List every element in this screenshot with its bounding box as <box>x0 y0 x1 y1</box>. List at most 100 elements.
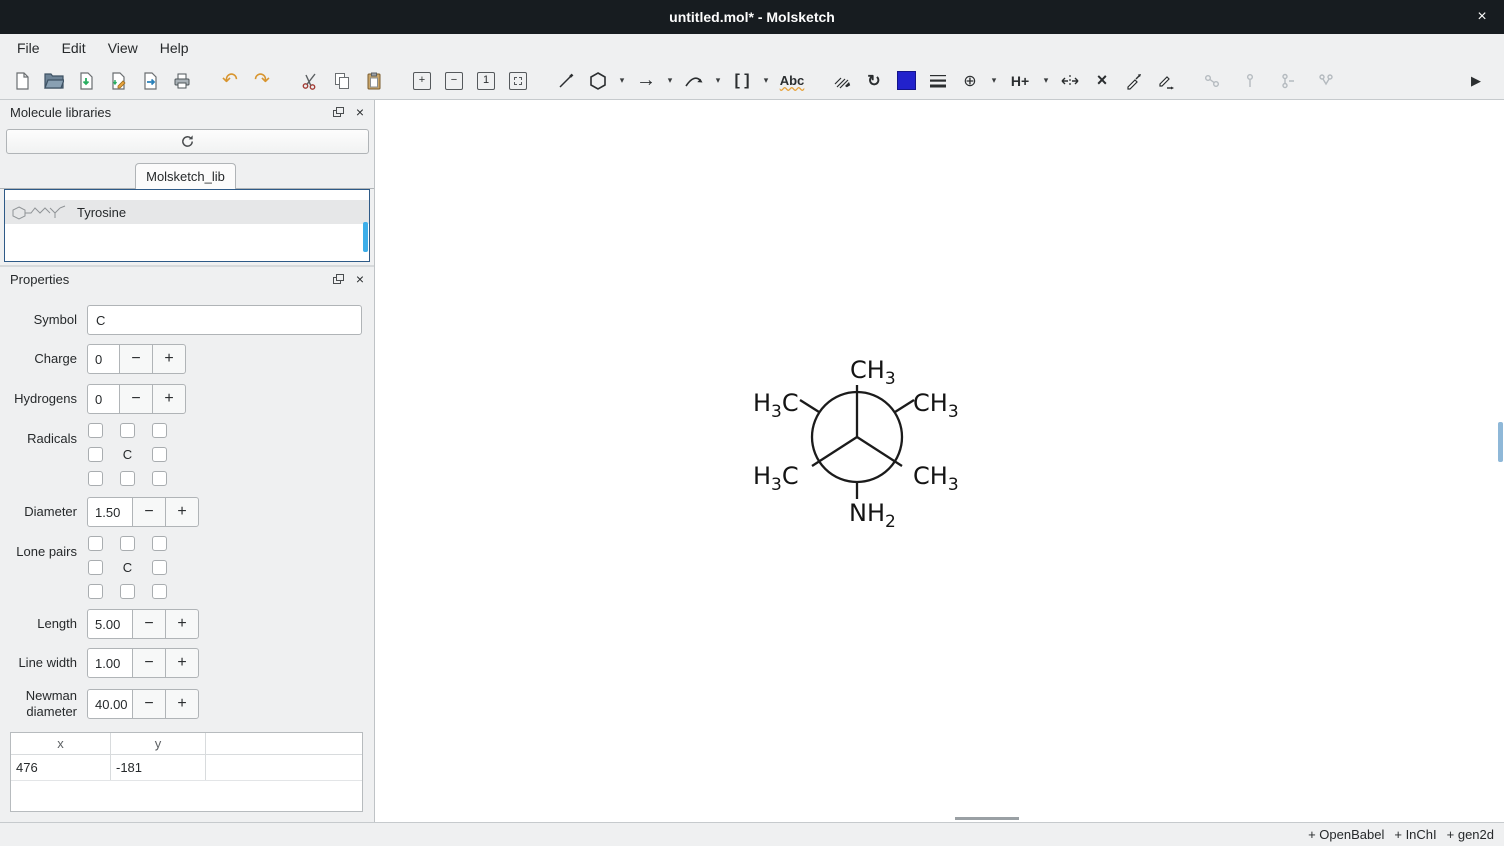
atom-label-nh2-bottom[interactable]: NH2 <box>849 499 896 532</box>
library-scrollbar[interactable] <box>363 222 368 252</box>
paste-button[interactable] <box>360 67 388 95</box>
newman-projection-molecule[interactable]: CH3 H3C CH3 H3C CH3 NH2 <box>375 100 1504 822</box>
lone-pair-checkbox[interactable] <box>88 584 103 599</box>
atom-label-h3c-upper-left[interactable]: H3C <box>753 389 799 422</box>
newman-decrement-button[interactable]: − <box>132 689 166 719</box>
arrow-tool-dropdown[interactable]: ▾ <box>664 67 676 95</box>
canvas-vertical-scrollbar[interactable] <box>1498 422 1503 462</box>
toolbar-extension-button[interactable]: ▶ <box>1462 67 1490 95</box>
atom-label-ch3-lower-right[interactable]: CH3 <box>913 462 959 495</box>
x-coordinate-cell[interactable]: 476 <box>11 755 111 780</box>
radical-checkbox[interactable] <box>120 423 135 438</box>
lone-pair-checkbox[interactable] <box>88 560 103 575</box>
export-button[interactable] <box>136 67 164 95</box>
symbol-input[interactable] <box>87 305 362 335</box>
bracket-tool-button[interactable]: [ ] <box>728 67 756 95</box>
cut-button[interactable] <box>296 67 324 95</box>
menu-view[interactable]: View <box>97 34 149 62</box>
back-bond-upper-left[interactable] <box>800 400 819 412</box>
line-width-input[interactable] <box>87 648 133 678</box>
radical-checkbox[interactable] <box>152 471 167 486</box>
arrow-tool-button[interactable]: → <box>632 67 660 95</box>
radical-checkbox[interactable] <box>120 471 135 486</box>
color-picker-button[interactable] <box>892 67 920 95</box>
window-close-button[interactable]: × <box>1472 7 1492 27</box>
charge-increment-button[interactable]: + <box>152 344 186 374</box>
rotate-tool-button[interactable]: ↻ <box>860 67 888 95</box>
dock-close-button[interactable]: × <box>356 105 364 119</box>
back-bond-upper-right[interactable] <box>895 400 914 412</box>
mechanism-arrow-dropdown[interactable]: ▾ <box>712 67 724 95</box>
hydrogens-decrement-button[interactable]: − <box>119 384 153 414</box>
length-increment-button[interactable]: + <box>165 609 199 639</box>
charge-tool-dropdown[interactable]: ▾ <box>988 67 1000 95</box>
flip-tool-button[interactable] <box>1056 67 1084 95</box>
zoom-in-button[interactable]: + <box>408 67 436 95</box>
dock-close-button[interactable]: × <box>356 272 364 286</box>
copy-button[interactable] <box>328 67 356 95</box>
open-file-button[interactable] <box>40 67 68 95</box>
lone-pair-checkbox[interactable] <box>152 536 167 551</box>
mechanism-arrow-tool-button[interactable] <box>680 67 708 95</box>
charge-input[interactable] <box>87 344 120 374</box>
delete-tool-button[interactable]: × <box>1088 67 1116 95</box>
menu-edit[interactable]: Edit <box>51 34 97 62</box>
front-bond-lower-left[interactable] <box>812 437 857 466</box>
lone-pair-checkbox[interactable] <box>120 536 135 551</box>
line-width-button[interactable] <box>924 67 952 95</box>
charge-decrement-button[interactable]: − <box>119 344 153 374</box>
atom-label-ch3-top[interactable]: CH3 <box>850 356 896 389</box>
draw-bond-tool-button[interactable] <box>552 67 580 95</box>
ring-tool-button[interactable] <box>584 67 612 95</box>
text-tool-button[interactable]: Abc <box>776 67 808 95</box>
length-decrement-button[interactable]: − <box>132 609 166 639</box>
line-width-increment-button[interactable]: + <box>165 648 199 678</box>
front-bond-lower-right[interactable] <box>857 437 902 466</box>
print-button[interactable] <box>168 67 196 95</box>
hydrogen-tool-dropdown[interactable]: ▾ <box>1040 67 1052 95</box>
bracket-tool-dropdown[interactable]: ▾ <box>760 67 772 95</box>
redo-button[interactable]: ↷ <box>248 67 276 95</box>
dock-float-icon[interactable] <box>333 274 344 284</box>
atom-label-h3c-lower-left[interactable]: H3C <box>753 462 799 495</box>
hydrogen-tool-button[interactable]: H+ <box>1004 67 1036 95</box>
library-refresh-button[interactable] <box>6 129 369 154</box>
pen-arrow-alt-tool-button[interactable] <box>1152 67 1180 95</box>
hatch-pen-tool-button[interactable] <box>828 67 856 95</box>
length-input[interactable] <box>87 609 133 639</box>
y-coordinate-cell[interactable]: -181 <box>111 755 206 780</box>
pen-arrow-tool-button[interactable] <box>1120 67 1148 95</box>
drawing-canvas[interactable]: CH3 H3C CH3 H3C CH3 NH2 <box>375 100 1504 822</box>
list-item-tyrosine[interactable]: Tyrosine <box>5 200 369 224</box>
radical-checkbox[interactable] <box>152 447 167 462</box>
radical-checkbox[interactable] <box>88 471 103 486</box>
ring-tool-dropdown[interactable]: ▾ <box>616 67 628 95</box>
atom-label-ch3-upper-right[interactable]: CH3 <box>913 389 959 422</box>
save-as-button[interactable] <box>104 67 132 95</box>
save-button[interactable] <box>72 67 100 95</box>
canvas-horizontal-scrollbar[interactable] <box>955 817 1019 820</box>
hydrogens-input[interactable] <box>87 384 120 414</box>
lone-pair-checkbox[interactable] <box>120 584 135 599</box>
tab-molsketch-lib[interactable]: Molsketch_lib <box>135 163 236 189</box>
zoom-original-button[interactable]: 1 <box>472 67 500 95</box>
zoom-out-button[interactable]: − <box>440 67 468 95</box>
diameter-increment-button[interactable]: + <box>165 497 199 527</box>
lone-pair-checkbox[interactable] <box>152 560 167 575</box>
zoom-fit-button[interactable] <box>504 67 532 95</box>
newman-diameter-input[interactable] <box>87 689 133 719</box>
hydrogens-increment-button[interactable]: + <box>152 384 186 414</box>
radical-checkbox[interactable] <box>152 423 167 438</box>
undo-button[interactable]: ↶ <box>216 67 244 95</box>
radical-checkbox[interactable] <box>88 447 103 462</box>
menu-help[interactable]: Help <box>149 34 200 62</box>
charge-tool-button[interactable]: ⊕ <box>956 67 984 95</box>
diameter-input[interactable] <box>87 497 133 527</box>
lone-pair-checkbox[interactable] <box>88 536 103 551</box>
radical-checkbox[interactable] <box>88 423 103 438</box>
menu-file[interactable]: File <box>6 34 51 62</box>
new-file-button[interactable] <box>8 67 36 95</box>
library-list[interactable]: Tyrosine <box>4 189 370 262</box>
diameter-decrement-button[interactable]: − <box>132 497 166 527</box>
lone-pair-checkbox[interactable] <box>152 584 167 599</box>
